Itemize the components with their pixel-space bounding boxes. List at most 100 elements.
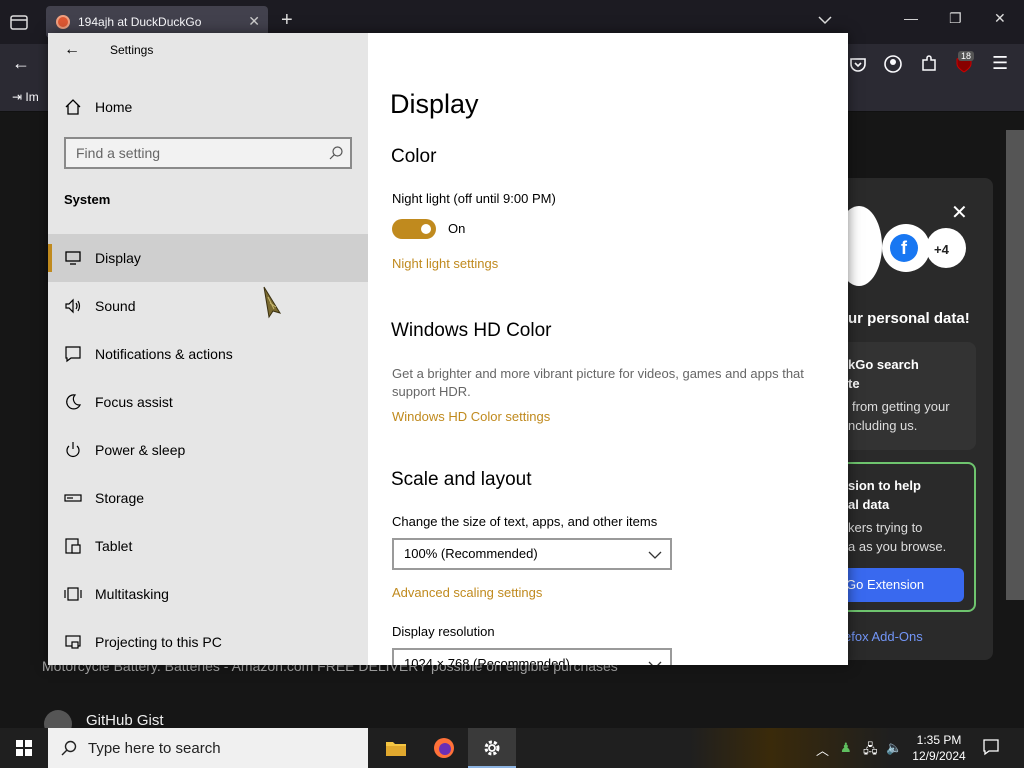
notifications-icon [65, 346, 81, 363]
sidebar-item-power-sleep[interactable]: Power & sleep [48, 426, 368, 474]
search-icon [329, 146, 343, 160]
tracker-bubble [848, 206, 882, 286]
action-center-icon[interactable] [982, 738, 1000, 756]
taskbar-file-explorer[interactable] [372, 728, 420, 768]
color-heading: Color [391, 146, 437, 167]
home-icon [65, 99, 81, 115]
tab-close-icon[interactable]: ✕ [248, 13, 260, 30]
back-arrow-icon[interactable]: ← [64, 41, 80, 59]
night-light-label: Night light (off until 9:00 PM) [392, 191, 556, 206]
sidebar-item-label: Focus assist [95, 394, 173, 410]
sidebar-item-display[interactable]: Display [48, 234, 368, 282]
new-tab-icon[interactable]: + [281, 9, 293, 32]
night-light-toggle[interactable] [392, 219, 436, 239]
moon-icon [66, 394, 82, 410]
more-trackers-count: +4 [934, 242, 949, 257]
box2-title-a: sion to help [848, 478, 921, 493]
settings-app-title: Settings [110, 43, 154, 57]
extensions-icon[interactable] [919, 54, 939, 74]
search-icon [61, 740, 77, 756]
sidebar-item-label: Multitasking [95, 586, 169, 602]
taskbar-settings[interactable] [468, 728, 516, 768]
projecting-icon [65, 635, 81, 649]
clock-time: 1:35 PM [916, 733, 962, 747]
sidebar-item-focus-assist[interactable]: Focus assist [48, 378, 368, 426]
find-setting-input[interactable] [76, 145, 316, 161]
network-icon[interactable]: 🖧 [863, 740, 878, 762]
scale-layout-heading: Scale and layout [391, 469, 532, 490]
taskbar-clock[interactable]: 1:35 PM 12/9/2024 [906, 732, 972, 764]
ddg-extension-promo-card: ✕ f +4 ur personal data! kGo search te f… [848, 178, 993, 660]
box2-title-b: al data [848, 497, 890, 512]
toggle-knob [421, 224, 431, 234]
find-setting-box[interactable] [64, 137, 352, 169]
windows-logo-icon [16, 740, 32, 756]
promo-close-icon[interactable]: ✕ [951, 200, 968, 225]
taskbar-search-box[interactable]: Type here to search [48, 728, 368, 768]
bookmark-import[interactable]: ⇥ Im [12, 90, 39, 104]
clock-date: 12/9/2024 [912, 749, 966, 763]
hd-color-heading: Windows HD Color [391, 320, 552, 341]
start-button[interactable] [0, 728, 48, 768]
sidebar-item-label: Notifications & actions [95, 346, 233, 362]
sidebar-item-label: Sound [95, 298, 136, 314]
storage-icon [64, 494, 82, 502]
multitasking-icon [64, 587, 82, 601]
night-light-settings-link[interactable]: Night light settings [392, 256, 498, 271]
page-scrollbar[interactable] [1006, 130, 1024, 600]
sidebar-item-storage[interactable]: Storage [48, 474, 368, 522]
page-title: Display [390, 89, 479, 119]
browser-restore-icon[interactable]: ❐ [949, 10, 962, 27]
box1-title-b: te [848, 376, 860, 391]
browser-back-icon[interactable]: ← [12, 53, 30, 74]
resolution-label: Display resolution [392, 624, 495, 639]
monitor-icon [65, 251, 81, 265]
scale-dropdown[interactable]: 100% (Recommended) [392, 538, 672, 570]
list-all-tabs-icon[interactable] [816, 11, 834, 29]
add-extension-button[interactable]: Go Extension [848, 568, 964, 602]
browser-close-icon[interactable]: ✕ [994, 10, 1006, 27]
sidebar-item-projecting[interactable]: Projecting to this PC [48, 618, 368, 665]
sidebar-item-multitasking[interactable]: Multitasking [48, 570, 368, 618]
night-light-state: On [448, 221, 466, 236]
scale-value: 100% (Recommended) [404, 546, 538, 561]
sidebar-item-home[interactable]: Home [48, 89, 368, 125]
box1-title-a: kGo search [848, 357, 919, 372]
show-hidden-icons-chevron-icon[interactable]: ︿ [816, 740, 829, 759]
firefox-icon [434, 738, 454, 758]
facebook-icon: f [890, 234, 918, 262]
account-icon[interactable] [883, 54, 903, 74]
chevron-down-icon [648, 661, 662, 665]
menu-icon[interactable]: ☰ [992, 53, 1012, 73]
firefox-addons-link[interactable]: efox Add-Ons [848, 629, 923, 644]
firefox-view-icon[interactable] [8, 11, 30, 33]
browser-minimize-icon[interactable]: — [904, 10, 918, 26]
add-extension-label: Go Extension [848, 577, 925, 592]
promo-headline: ur personal data! [848, 310, 970, 327]
chevron-down-icon [648, 551, 662, 559]
sidebar-section-system: System [64, 192, 111, 207]
sidebar-item-tablet[interactable]: Tablet [48, 522, 368, 570]
taskbar-firefox[interactable] [420, 728, 468, 768]
box1-line-a: from getting your [852, 399, 950, 414]
hd-color-settings-link[interactable]: Windows HD Color settings [392, 409, 550, 424]
display-settings-page: — ✕ Display Color Night light (off until… [368, 33, 848, 665]
result-title-github-gist[interactable]: GitHub Gist [86, 712, 164, 729]
resolution-dropdown[interactable]: 1024 × 768 (Recommended) [392, 648, 672, 665]
sidebar-item-sound[interactable]: Sound [48, 282, 368, 330]
gear-icon [484, 740, 500, 756]
user-tray-icon[interactable]: ♟ [840, 740, 852, 756]
settings-window: ← Settings Home System Display Sound [48, 33, 848, 665]
extension-badge-count: 18 [958, 51, 975, 61]
volume-icon[interactable]: 🔈 [886, 740, 902, 756]
resolution-value: 1024 × 768 (Recommended) [404, 656, 570, 665]
sidebar-home-label: Home [95, 99, 133, 115]
sidebar-item-notifications[interactable]: Notifications & actions [48, 330, 368, 378]
folder-icon [386, 742, 406, 756]
advanced-scaling-link[interactable]: Advanced scaling settings [392, 585, 542, 600]
box2-line-b: a as you browse. [848, 539, 947, 554]
duckduckgo-favicon-icon [56, 15, 70, 29]
tablet-icon [65, 538, 81, 554]
pocket-icon[interactable] [848, 54, 868, 74]
mouse-cursor-icon [263, 286, 282, 319]
